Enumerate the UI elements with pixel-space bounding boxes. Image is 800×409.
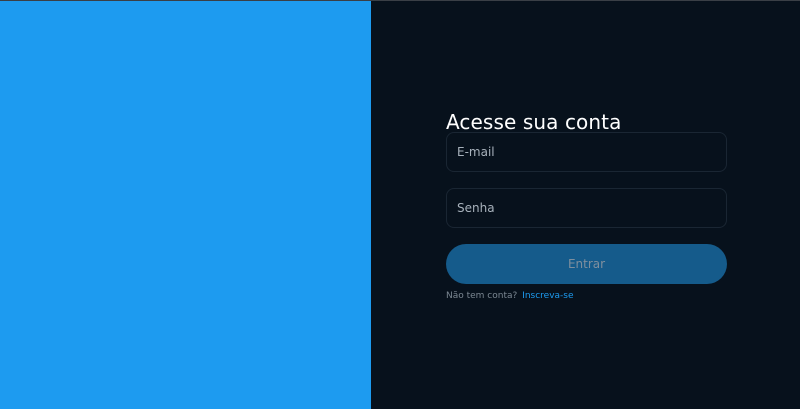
- signup-prompt: Não tem conta?: [446, 291, 518, 301]
- login-page: Acesse sua conta Entrar Não tem conta? I…: [0, 0, 800, 409]
- page-title: Acesse sua conta: [446, 110, 622, 134]
- signup-row: Não tem conta? Inscreva-se: [446, 290, 727, 302]
- signup-link[interactable]: Inscreva-se: [522, 291, 573, 301]
- login-panel: Acesse sua conta Entrar Não tem conta? I…: [371, 1, 800, 409]
- password-input[interactable]: [446, 188, 727, 228]
- login-form: Acesse sua conta Entrar Não tem conta? I…: [446, 111, 727, 302]
- login-button[interactable]: Entrar: [446, 244, 727, 284]
- email-input[interactable]: [446, 132, 727, 172]
- brand-panel: [0, 1, 371, 409]
